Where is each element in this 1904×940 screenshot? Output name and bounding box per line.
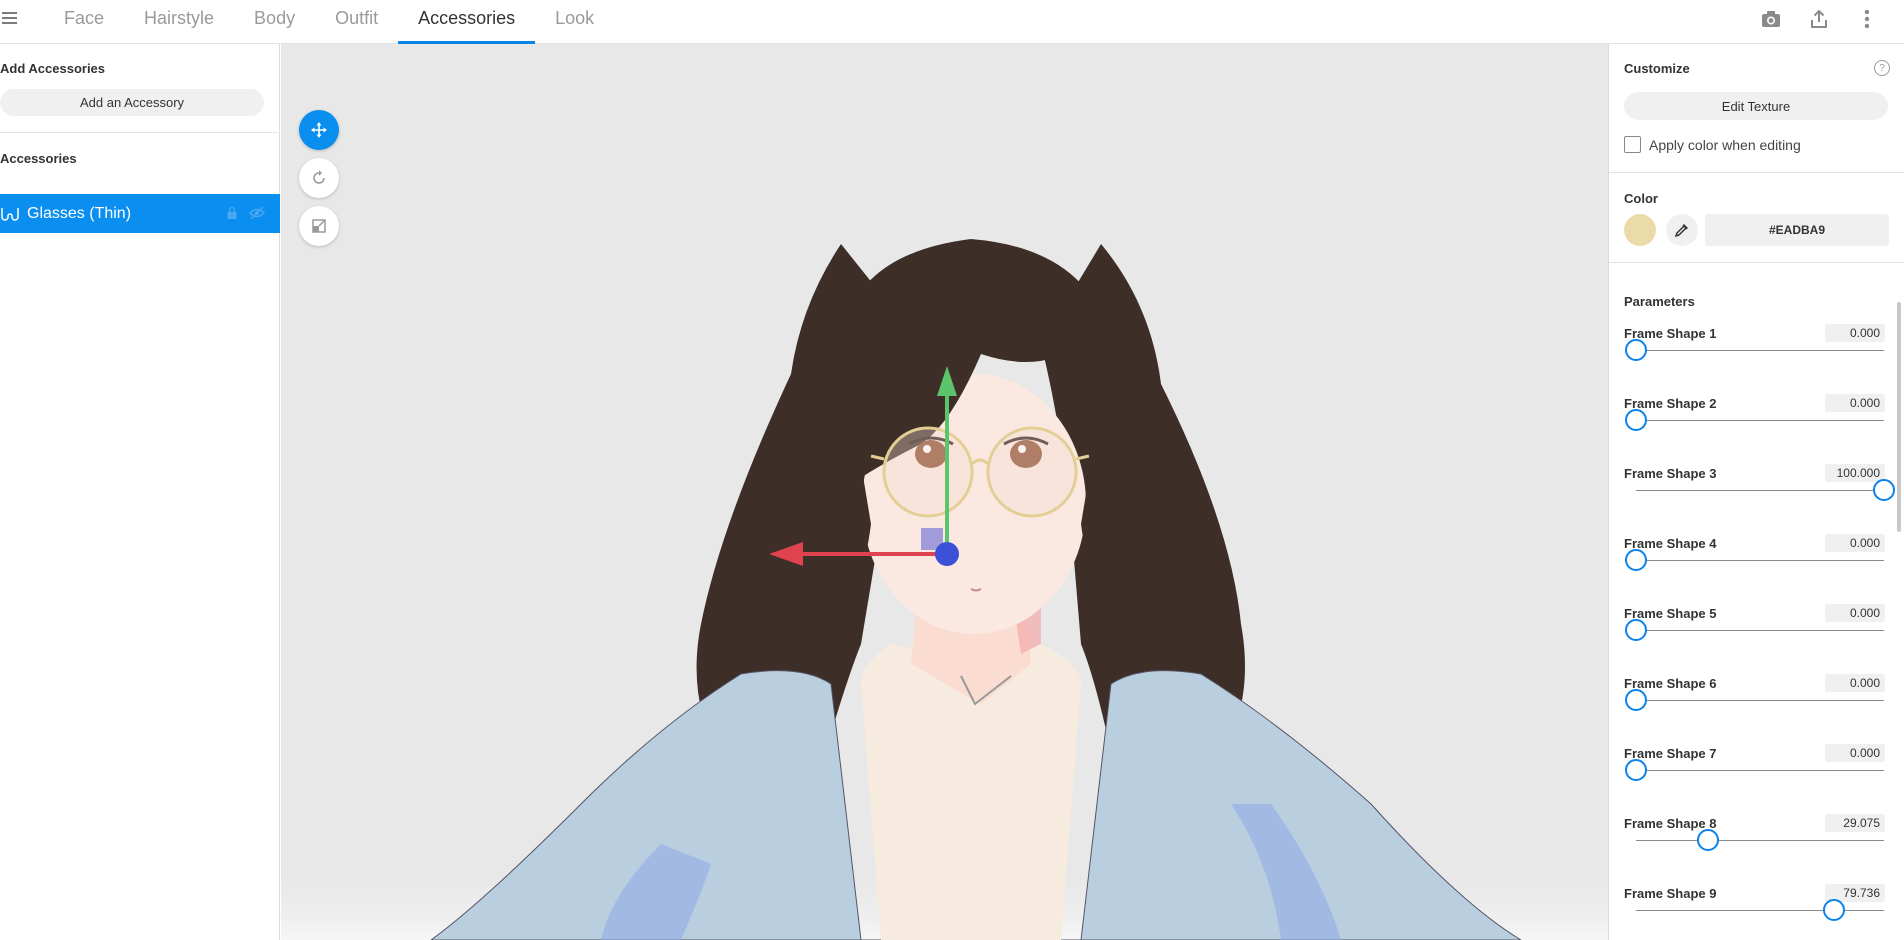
vroid-editor-window: Face Hairstyle Body Outfit Accessories L…: [0, 0, 1904, 940]
slider-knob[interactable]: [1625, 759, 1647, 781]
parameter-value-field[interactable]: 0.000: [1825, 674, 1885, 692]
accessories-list-heading: Accessories: [0, 151, 77, 166]
parameter-slider-row: Frame Shape 1 0.000: [1609, 324, 1904, 396]
parameter-value-field[interactable]: 0.000: [1825, 394, 1885, 412]
divider: [0, 132, 280, 133]
color-swatch[interactable]: [1624, 214, 1656, 246]
tab-look[interactable]: Look: [535, 0, 614, 43]
category-tabs: Face Hairstyle Body Outfit Accessories L…: [44, 0, 614, 44]
parameter-slider-row: Frame Shape 3 100.000: [1609, 464, 1904, 536]
accessories-panel: Add Accessories Add an Accessory Accesso…: [0, 44, 280, 940]
parameter-value-field[interactable]: 0.000: [1825, 604, 1885, 622]
lock-icon[interactable]: [226, 206, 240, 220]
divider: [1609, 262, 1904, 263]
menu-icon[interactable]: [2, 6, 24, 30]
parameter-slider-row: Frame Shape 9 79.736: [1609, 884, 1904, 940]
scrollbar[interactable]: [1897, 302, 1901, 532]
parameter-label: Frame Shape 8: [1624, 816, 1717, 831]
export-icon[interactable]: [1808, 8, 1830, 30]
parameter-slider-row: Frame Shape 6 0.000: [1609, 674, 1904, 746]
accessory-item-glasses-thin[interactable]: Glasses (Thin): [0, 194, 280, 233]
top-actions: [1760, 8, 1878, 30]
parameter-value-field[interactable]: 0.000: [1825, 744, 1885, 762]
slider-track[interactable]: [1625, 759, 1884, 781]
slider-track[interactable]: [1636, 479, 1895, 501]
more-vertical-icon[interactable]: [1856, 8, 1878, 30]
apply-color-label: Apply color when editing: [1649, 136, 1801, 153]
help-icon[interactable]: ?: [1874, 60, 1890, 76]
slider-knob[interactable]: [1625, 619, 1647, 641]
slider-knob[interactable]: [1822, 899, 1845, 921]
edit-texture-button[interactable]: Edit Texture: [1624, 92, 1888, 120]
parameter-slider-row: Frame Shape 5 0.000: [1609, 604, 1904, 676]
camera-icon[interactable]: [1760, 8, 1782, 30]
parameters-list: Frame Shape 1 0.000 Frame Shape 2 0.000 Fram…: [1609, 324, 1904, 940]
tab-outfit[interactable]: Outfit: [315, 0, 398, 43]
slider-knob[interactable]: [1625, 549, 1647, 571]
parameter-label: Frame Shape 9: [1624, 886, 1717, 901]
glasses-icon: [1, 205, 19, 223]
parameter-label: Frame Shape 3: [1624, 466, 1717, 481]
tab-body[interactable]: Body: [234, 0, 315, 43]
slider-track[interactable]: [1625, 409, 1884, 431]
eyedropper-icon[interactable]: [1666, 214, 1698, 246]
slider-knob[interactable]: [1873, 479, 1895, 501]
scale-tool-icon[interactable]: [299, 206, 339, 246]
parameter-value-field[interactable]: 29.075: [1825, 814, 1885, 832]
parameters-heading: Parameters: [1624, 294, 1695, 309]
slider-track[interactable]: [1625, 619, 1884, 641]
tab-hairstyle[interactable]: Hairstyle: [124, 0, 234, 43]
rotate-tool-icon[interactable]: [299, 158, 339, 198]
slider-knob[interactable]: [1625, 339, 1647, 361]
accessory-item-label: Glasses (Thin): [27, 204, 132, 222]
parameter-value-field[interactable]: 100.000: [1825, 464, 1885, 482]
avatar-model: [281, 239, 1608, 940]
checkbox-box[interactable]: [1624, 136, 1641, 153]
slider-track[interactable]: [1625, 339, 1884, 361]
visibility-off-icon[interactable]: [248, 206, 266, 220]
add-accessory-button[interactable]: Add an Accessory: [0, 89, 264, 116]
move-tool-icon[interactable]: [299, 110, 339, 150]
customize-heading: Customize: [1624, 61, 1690, 76]
customize-panel: Customize ? Edit Texture Apply color whe…: [1608, 44, 1904, 940]
parameter-value-field[interactable]: 0.000: [1825, 534, 1885, 552]
slider-knob[interactable]: [1625, 689, 1647, 711]
slider-track[interactable]: [1636, 829, 1884, 851]
slider-knob[interactable]: [1697, 829, 1720, 851]
parameter-value-field[interactable]: 0.000: [1825, 324, 1885, 342]
add-accessories-heading: Add Accessories: [0, 61, 106, 76]
tab-accessories[interactable]: Accessories: [398, 0, 536, 44]
color-heading: Color: [1624, 191, 1658, 206]
slider-track[interactable]: [1625, 549, 1884, 571]
divider: [1609, 172, 1904, 173]
slider-track[interactable]: [1625, 689, 1884, 711]
apply-color-checkbox[interactable]: Apply color when editing: [1624, 136, 1801, 153]
slider-knob[interactable]: [1625, 409, 1647, 431]
3d-viewport[interactable]: [281, 44, 1608, 940]
parameter-slider-row: Frame Shape 7 0.000: [1609, 744, 1904, 816]
parameter-slider-row: Frame Shape 8 29.075: [1609, 814, 1904, 886]
color-hex-field[interactable]: #EADBA9: [1705, 214, 1889, 246]
parameter-slider-row: Frame Shape 4 0.000: [1609, 534, 1904, 606]
parameter-slider-row: Frame Shape 2 0.000: [1609, 394, 1904, 466]
tab-face[interactable]: Face: [44, 0, 124, 43]
top-toolbar: Face Hairstyle Body Outfit Accessories L…: [0, 0, 1904, 44]
slider-track[interactable]: [1636, 899, 1884, 921]
